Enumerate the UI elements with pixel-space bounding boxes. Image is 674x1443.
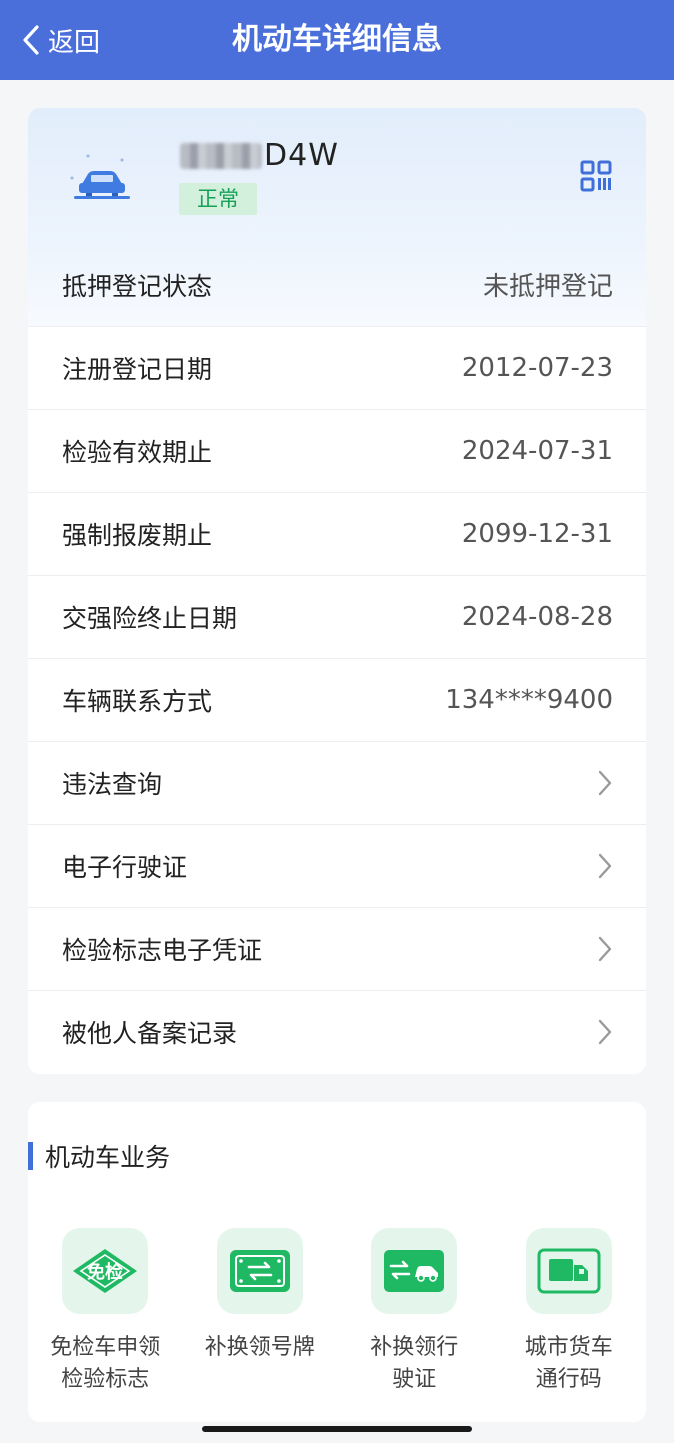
service-label: 补换领号牌 [195, 1332, 325, 1364]
back-label: 返回 [48, 27, 101, 58]
plate-suffix: D4W [264, 138, 339, 173]
service-label: 补换领行 驶证 [349, 1332, 479, 1396]
info-row-mortgage-status: 抵押登记状态 未抵押登记 [28, 243, 646, 326]
service-label-line: 检验标志 [61, 1367, 150, 1392]
service-label-line: 补换领号牌 [204, 1335, 315, 1360]
row-value: 未抵押登记 [482, 272, 613, 302]
link-row-violation-query[interactable]: 违法查询 [28, 741, 646, 824]
service-label: 城市货车 通行码 [504, 1332, 634, 1396]
service-grid: 免检 免检车申领 检验标志 补换领号牌 补换领行 驶证 城市货车 通行码 [28, 1228, 646, 1396]
service-city-truck-pass[interactable]: 城市货车 通行码 [492, 1228, 647, 1396]
page-title: 机动车详细信息 [232, 22, 442, 57]
vehicle-summary: D4W 正常 [28, 108, 646, 243]
link-row-inspection-certificate[interactable]: 检验标志电子凭证 [28, 907, 646, 990]
driving-license-icon [371, 1228, 458, 1314]
plate-redacted [180, 142, 262, 169]
vehicle-info-card: D4W 正常 抵押登记状态 未抵押登记 注册登记日期 2012-07-23 检验… [28, 108, 646, 1074]
service-label-line: 驶证 [392, 1367, 437, 1392]
link-row-filing-records[interactable]: 被他人备案记录 [28, 990, 646, 1073]
row-label: 强制报废期止 [62, 521, 213, 550]
info-row-contact: 车辆联系方式 134****9400 [28, 658, 646, 741]
row-label: 抵押登记状态 [62, 271, 213, 301]
section-title-text: 机动车业务 [45, 1143, 171, 1172]
qr-code-icon[interactable] [580, 160, 612, 192]
row-label: 电子行驶证 [62, 853, 188, 882]
service-label-line: 通行码 [535, 1367, 602, 1392]
row-value: 2099-12-31 [461, 519, 613, 549]
service-inspection-exempt[interactable]: 免检 免检车申领 检验标志 [28, 1228, 183, 1396]
service-label: 免检车申领 检验标志 [40, 1332, 170, 1396]
vehicle-business-section: 机动车业务 免检 免检车申领 检验标志 补换领号牌 补换领行 驶证 城市货车 通… [28, 1102, 646, 1422]
service-replace-plate[interactable]: 补换领号牌 [183, 1228, 338, 1396]
row-label: 注册登记日期 [62, 355, 213, 384]
info-row-insurance-end: 交强险终止日期 2024-08-28 [28, 575, 646, 658]
row-value: 134****9400 [445, 685, 613, 715]
chevron-right-icon [598, 1019, 612, 1045]
service-label-line: 补换领行 [370, 1335, 459, 1360]
row-value: 2024-07-31 [461, 436, 613, 466]
row-label: 检验有效期止 [62, 438, 213, 467]
service-badge-text: 免检 [87, 1261, 123, 1283]
section-accent-bar [28, 1142, 33, 1170]
row-label: 被他人备案记录 [62, 1019, 238, 1048]
info-row-scrap-deadline: 强制报废期止 2099-12-31 [28, 492, 646, 575]
link-row-e-driving-license[interactable]: 电子行驶证 [28, 824, 646, 907]
car-icon [70, 154, 130, 199]
chevron-right-icon [598, 853, 612, 879]
inspection-exempt-icon: 免检 [62, 1228, 149, 1314]
row-label: 交强险终止日期 [62, 604, 238, 633]
row-value: 2012-07-23 [461, 353, 613, 383]
info-row-inspection-expiry: 检验有效期止 2024-07-31 [28, 409, 646, 492]
service-replace-driving-license[interactable]: 补换领行 驶证 [337, 1228, 492, 1396]
top-bar: 返回 机动车详细信息 [0, 0, 674, 80]
home-indicator [202, 1426, 472, 1432]
row-label: 车辆联系方式 [62, 687, 213, 716]
row-value: 2024-08-28 [461, 602, 613, 632]
info-row-registration-date: 注册登记日期 2012-07-23 [28, 326, 646, 409]
back-button[interactable]: 返回 [20, 20, 100, 60]
chevron-right-icon [598, 936, 612, 962]
license-plate-icon [216, 1228, 303, 1314]
service-label-line: 免检车申领 [50, 1335, 161, 1360]
row-label: 违法查询 [62, 770, 163, 799]
truck-icon [525, 1228, 612, 1314]
chevron-right-icon [598, 770, 612, 796]
plate-number: D4W [180, 138, 339, 173]
section-title: 机动车业务 [28, 1142, 170, 1172]
service-label-line: 城市货车 [524, 1335, 613, 1360]
chevron-left-icon [23, 25, 39, 55]
status-badge: 正常 [179, 183, 257, 215]
row-label: 检验标志电子凭证 [62, 936, 263, 965]
